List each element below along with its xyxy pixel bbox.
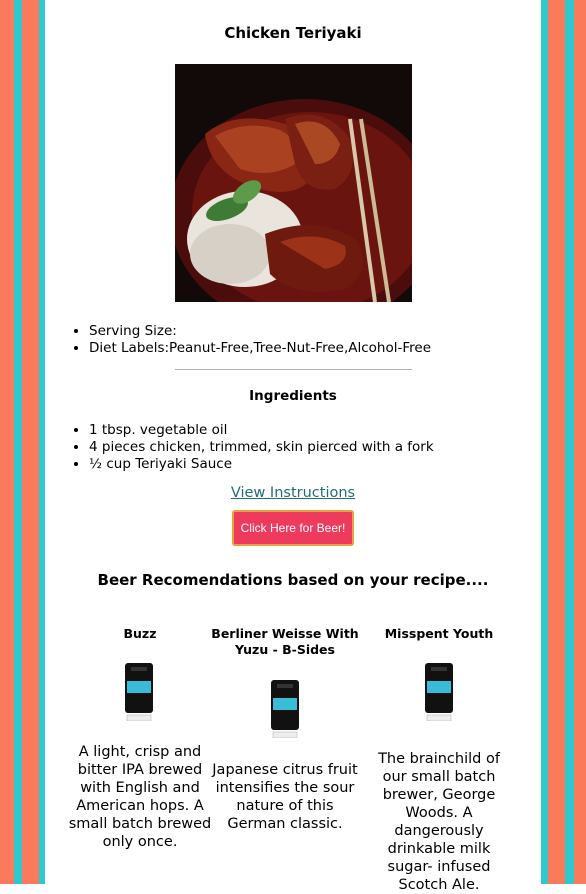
stripe-right-teal-1	[541, 0, 548, 884]
beer-name-misspent-youth: Misspent Youth	[384, 626, 494, 641]
recipe-title: Chicken Teriyaki	[224, 24, 362, 42]
beer-can-icon	[271, 680, 299, 739]
ingredient-item: 1 tbsp. vegetable oil	[89, 422, 434, 439]
divider	[175, 369, 412, 370]
diet-labels: Diet Labels:Peanut-Free,Tree-Nut-Free,Al…	[89, 340, 431, 357]
stripe-left-coral-2	[22, 0, 39, 884]
beer-button[interactable]: Click Here for Beer!	[232, 510, 354, 546]
beer-description-buzz: A light, crisp and bitter IPA brewed wit…	[68, 744, 212, 850]
view-instructions-link[interactable]: View Instructions	[231, 485, 355, 501]
stripe-left-coral-1	[0, 0, 14, 884]
recipe-card: Chicken Teriyaki Serving Size: Diet Labe…	[45, 0, 541, 893]
stripe-right-coral-2	[574, 0, 586, 884]
ingredient-item: 4 pieces chicken, trimmed, skin pierced …	[89, 439, 434, 456]
beer-name-berliner: Berliner Weisse With Yuzu - B-Sides	[211, 626, 359, 657]
beer-can-icon	[425, 663, 453, 722]
serving-size: Serving Size:	[89, 323, 431, 340]
stripe-right-coral-1	[548, 0, 565, 884]
recipe-info-list: Serving Size: Diet Labels:Peanut-Free,Tr…	[71, 323, 431, 357]
stripe-right-teal-2	[565, 0, 574, 884]
chicken-teriyaki-photo	[175, 64, 412, 302]
ingredients-heading: Ingredients	[249, 388, 337, 404]
ingredient-item: ½ cup Teriyaki Sauce	[89, 456, 434, 473]
ingredients-list: 1 tbsp. vegetable oil 4 pieces chicken, …	[71, 422, 434, 473]
recommendations-heading: Beer Recomendations based on your recipe…	[97, 571, 489, 589]
beer-can-icon	[125, 663, 153, 722]
beer-description-misspent-youth: The brainchild of our small batch brewer…	[378, 751, 500, 893]
instructions-link-wrap: View Instructions	[45, 485, 541, 501]
beer-description-berliner: Japanese citrus fruit intensifies the so…	[212, 762, 358, 832]
stripe-left-teal	[14, 0, 22, 884]
beer-name-buzz: Buzz	[123, 626, 157, 641]
